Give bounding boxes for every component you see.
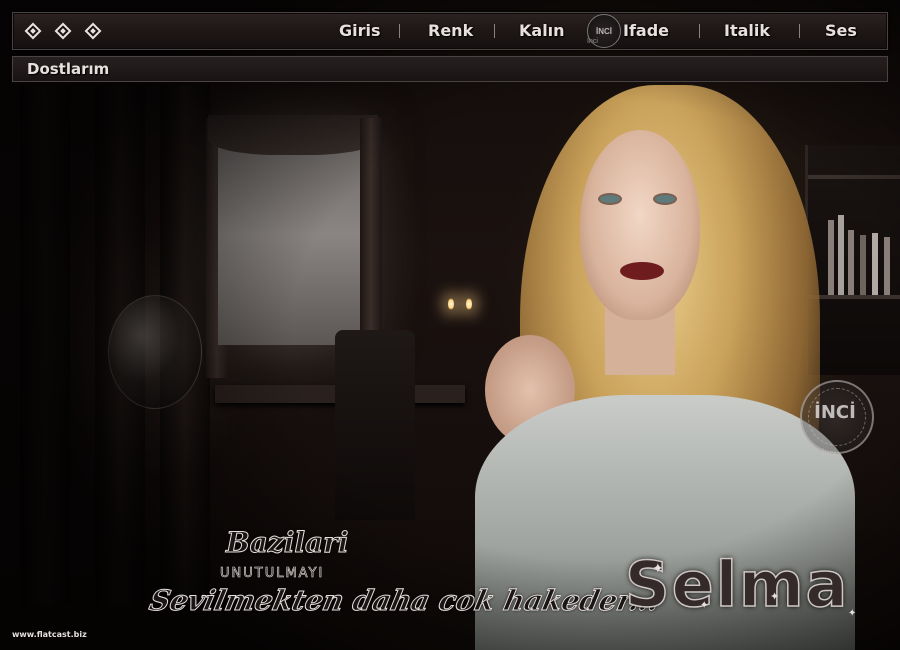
star-icon: ✦ — [700, 600, 709, 611]
candle-flame — [448, 298, 454, 310]
footer-url[interactable]: www.flatcast.biz — [12, 630, 87, 639]
menu-renk[interactable]: Renk — [428, 13, 473, 49]
diamond-icon[interactable] — [24, 22, 42, 40]
book — [872, 233, 878, 295]
inci-logo-sub: İnci — [822, 448, 837, 458]
woman-eye — [655, 195, 675, 203]
caption-line2: UNUTULMAYI — [220, 566, 325, 582]
book — [884, 237, 890, 295]
wall-stripe — [20, 85, 70, 605]
star-icon: ✦ — [770, 591, 780, 603]
diamond-icon[interactable] — [84, 22, 102, 40]
menu-divider — [494, 24, 495, 38]
star-icon: ✦ — [848, 608, 857, 619]
menu-kalin[interactable]: Kalın — [519, 13, 565, 49]
candle-flame — [466, 298, 472, 310]
woman-face — [580, 130, 700, 320]
badge-sub: İnci — [587, 38, 598, 45]
menu-italik[interactable]: Italik — [724, 13, 770, 49]
book — [848, 230, 854, 295]
menu-divider — [799, 24, 800, 38]
friends-label[interactable]: Dostlarım — [27, 57, 109, 81]
book — [838, 215, 844, 295]
shelf — [808, 295, 900, 299]
book — [860, 235, 866, 295]
menu-divider — [699, 24, 700, 38]
flash-page: Giris Renk Kalın İNCİ Ifade Italik Ses İ… — [0, 0, 900, 650]
caption-line3: Sevilmekten daha cok hakeder... — [146, 584, 663, 618]
window-controls — [24, 22, 102, 40]
gramophone-horn — [108, 295, 202, 409]
caption-line1: Bazilari — [226, 526, 350, 560]
inci-logo-text: İNCİ — [814, 402, 856, 423]
menu-giris[interactable]: Giris — [339, 13, 381, 49]
diamond-icon[interactable] — [54, 22, 72, 40]
window — [208, 115, 378, 345]
star-icon: ✦ — [652, 560, 664, 576]
armchair — [335, 330, 415, 520]
friends-bar[interactable]: Dostlarım — [12, 56, 888, 82]
book — [828, 220, 834, 295]
top-toolbar: Giris Renk Kalın İNCİ Ifade Italik Ses — [12, 12, 888, 50]
menu-divider — [399, 24, 400, 38]
shelf — [808, 175, 900, 179]
menu-ses[interactable]: Ses — [825, 13, 857, 49]
menu-ifade[interactable]: Ifade — [623, 13, 669, 49]
signature-name: Selma — [624, 547, 850, 622]
woman-eye — [600, 195, 620, 203]
woman-lips — [620, 262, 664, 280]
